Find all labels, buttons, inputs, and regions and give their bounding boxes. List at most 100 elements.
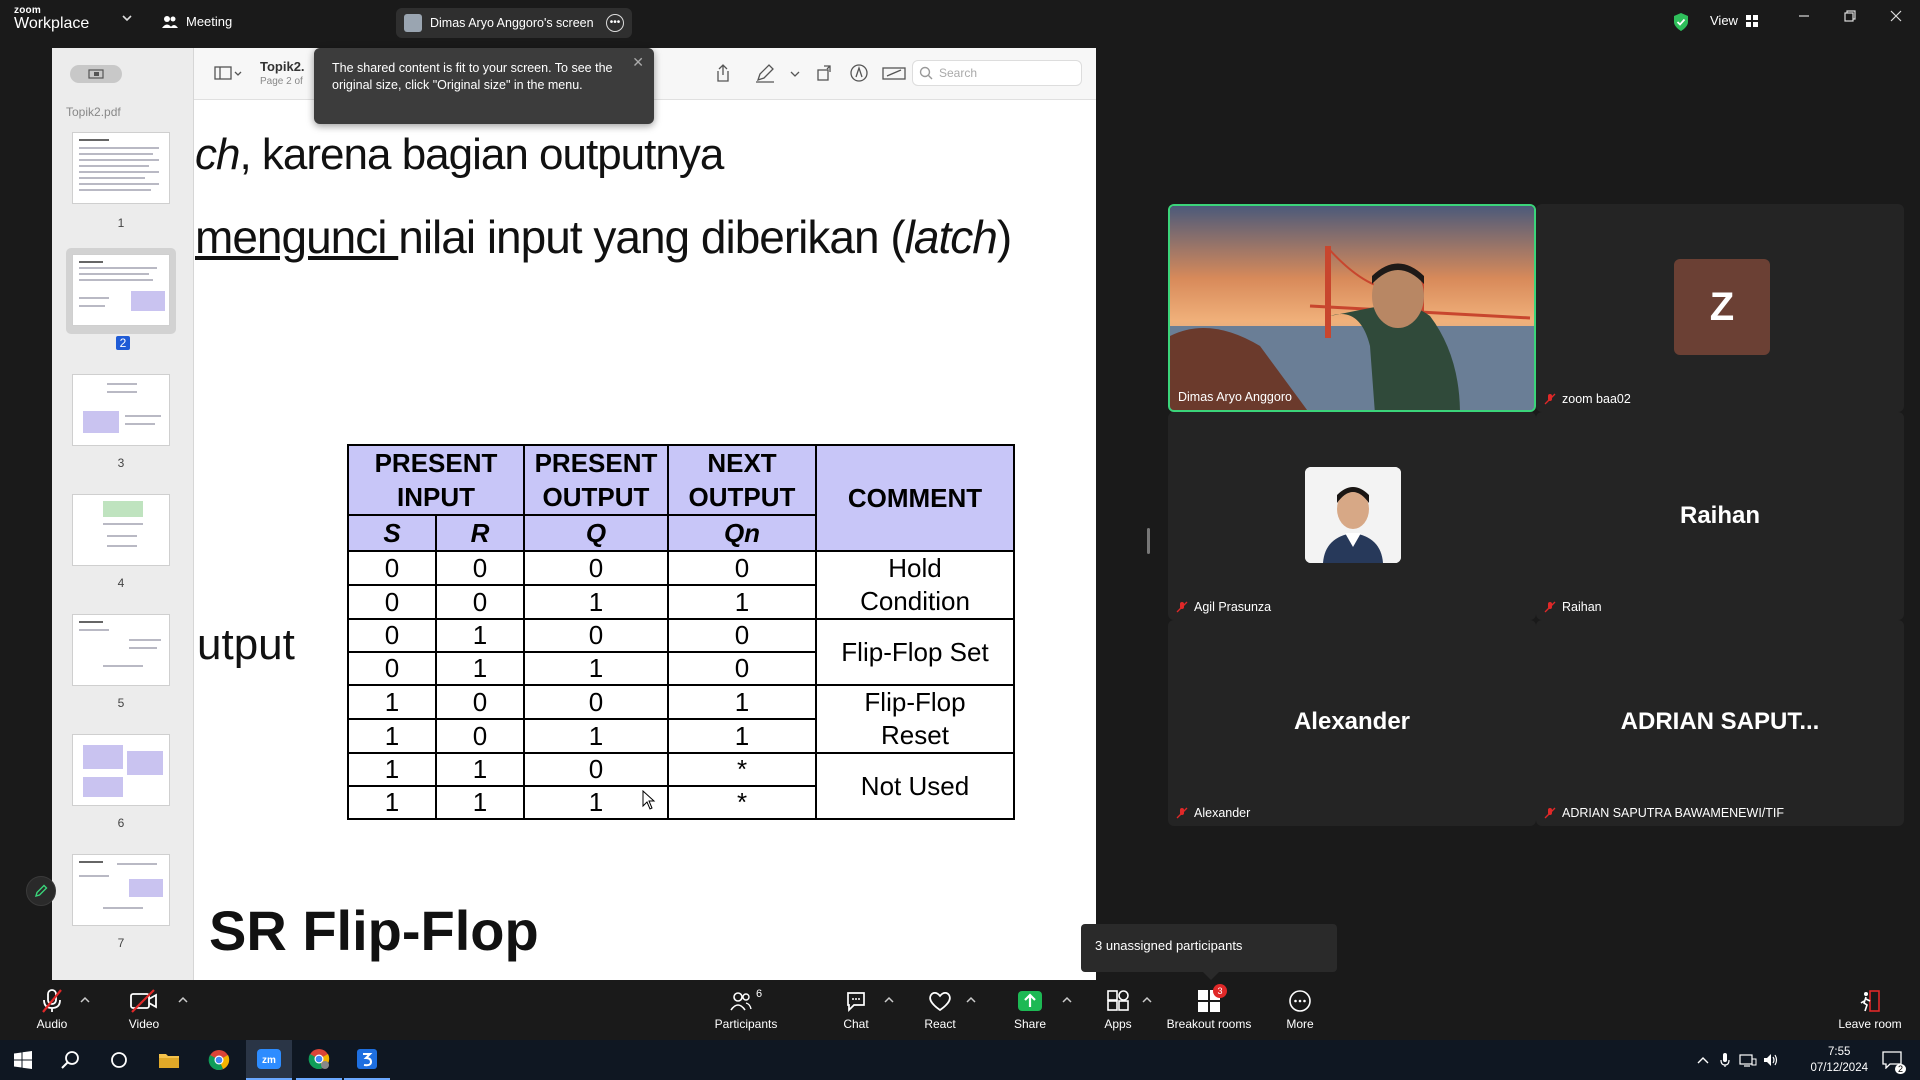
page-thumbnail[interactable] xyxy=(72,374,170,446)
react-options-caret[interactable] xyxy=(966,996,976,1004)
cell: 1 xyxy=(667,684,817,720)
annotate-button[interactable] xyxy=(26,876,56,906)
page-thumbnail[interactable] xyxy=(72,734,170,806)
rotate-button[interactable] xyxy=(814,62,836,84)
folder-icon xyxy=(159,1054,179,1068)
cell: 0 xyxy=(523,684,669,720)
participant-name: Agil Prasunza xyxy=(1194,600,1272,614)
video-tile-dimas[interactable]: Dimas Aryo Anggoro xyxy=(1168,204,1536,412)
apps-button[interactable]: Apps xyxy=(1078,988,1158,1031)
page-number: 7 xyxy=(117,936,125,950)
page-number-selected: 2 xyxy=(116,336,130,350)
leave-room-label: Leave room xyxy=(1838,1017,1902,1031)
audio-options-caret[interactable] xyxy=(80,996,90,1004)
video-options-caret[interactable] xyxy=(178,996,188,1004)
share-options-caret[interactable] xyxy=(1062,996,1072,1004)
app-3[interactable] xyxy=(344,1040,390,1080)
page-number: 3 xyxy=(117,456,125,470)
security-shield[interactable] xyxy=(1672,12,1690,32)
chrome-app[interactable] xyxy=(196,1040,242,1080)
share-screen-icon xyxy=(1018,991,1042,1011)
view-button[interactable]: View xyxy=(1710,13,1758,28)
page-thumbnail[interactable] xyxy=(72,494,170,566)
page-thumbnail[interactable] xyxy=(72,854,170,926)
cell: 1 xyxy=(523,718,669,754)
microphone-icon xyxy=(1720,1053,1730,1067)
video-tile-raihan[interactable]: Raihan Raihan xyxy=(1536,412,1904,620)
participant-big-name: Raihan xyxy=(1679,502,1760,529)
sidebar-toggle[interactable] xyxy=(70,65,122,83)
chat-button[interactable]: Chat xyxy=(816,988,896,1031)
react-button[interactable]: React xyxy=(900,988,980,1031)
page-indicator: Page 2 of xyxy=(260,76,303,87)
close-button[interactable] xyxy=(1890,10,1902,22)
cell: 1 xyxy=(435,785,525,820)
share-doc-button[interactable] xyxy=(712,62,734,84)
screen-share-indicator[interactable]: Dimas Aryo Anggoro's screen ••• xyxy=(396,8,632,38)
unassigned-participants-tooltip[interactable]: 3 unassigned participants xyxy=(1081,924,1337,980)
chevron-down-icon xyxy=(122,15,132,22)
zoom-app[interactable]: zm xyxy=(246,1040,292,1080)
more-icon xyxy=(1289,990,1311,1012)
chat-options-caret[interactable] xyxy=(884,996,894,1004)
video-tile-zoom[interactable]: Z zoom baa02 xyxy=(1536,204,1904,412)
more-options-icon[interactable]: ••• xyxy=(606,14,624,32)
markup-dropdown[interactable] xyxy=(784,62,806,84)
notifications-button[interactable]: 2 xyxy=(1872,1040,1912,1080)
network-tray[interactable] xyxy=(1736,1040,1760,1080)
video-tile-agil[interactable]: Agil Prasunza xyxy=(1168,412,1536,620)
annotate-fab[interactable] xyxy=(52,926,56,956)
fit-to-screen-tooltip: The shared content is fit to your screen… xyxy=(314,48,654,124)
volume-tray[interactable] xyxy=(1760,1040,1782,1080)
page-heading: SR Flip-Flop xyxy=(209,899,539,962)
restore-button[interactable] xyxy=(1844,10,1856,22)
cell: 1 xyxy=(435,752,525,787)
cell: 0 xyxy=(667,550,817,586)
file-explorer-app[interactable] xyxy=(146,1040,192,1080)
video-tile-alexander[interactable]: Alexander Alexander xyxy=(1168,620,1536,826)
app-menu-chevron[interactable] xyxy=(122,14,132,22)
file-name: Topik2.pdf xyxy=(66,105,121,119)
sidebar-view-button[interactable] xyxy=(214,62,242,84)
meeting-menu[interactable]: Meeting xyxy=(162,14,232,29)
participants-button[interactable]: 6 Participants xyxy=(706,988,786,1031)
chrome-profile-app[interactable] xyxy=(296,1040,342,1080)
system-clock[interactable]: 7:55 07/12/2024 xyxy=(1810,1044,1868,1076)
comment-cell: Not Used xyxy=(815,752,1015,820)
share-button[interactable]: Share xyxy=(990,988,1070,1031)
cell: 1 xyxy=(523,584,669,620)
search-input[interactable]: Search xyxy=(912,60,1082,86)
truth-table: PRESENT INPUT PRESENT OUTPUT NEXT OUTPUT… xyxy=(347,444,1015,820)
cell: 0 xyxy=(523,752,669,787)
volume-icon xyxy=(1764,1054,1778,1066)
audio-button[interactable]: Audio xyxy=(12,988,92,1031)
signature-button[interactable] xyxy=(882,62,906,84)
splitter-handle[interactable] xyxy=(1147,528,1150,554)
cell: 1 xyxy=(347,718,437,754)
pen-circle-icon xyxy=(850,64,868,82)
mic-off-icon xyxy=(1544,807,1556,819)
tray-overflow[interactable] xyxy=(1692,1040,1714,1080)
annotate-button[interactable] xyxy=(848,62,870,84)
leave-room-button[interactable]: Leave room xyxy=(1830,988,1910,1031)
breakout-rooms-button[interactable]: 3 Breakout rooms xyxy=(1158,984,1260,1031)
task-view-button[interactable] xyxy=(96,1040,142,1080)
cell: 0 xyxy=(347,550,437,586)
page-thumbnail[interactable] xyxy=(72,132,170,204)
mic-tray[interactable] xyxy=(1714,1040,1736,1080)
page-thumbnail-selected[interactable] xyxy=(72,254,170,326)
minimize-button[interactable] xyxy=(1798,10,1810,22)
more-button[interactable]: More xyxy=(1260,988,1340,1031)
close-icon[interactable]: ✕ xyxy=(632,54,644,71)
markup-button[interactable] xyxy=(754,62,776,84)
page-thumbnail[interactable] xyxy=(72,614,170,686)
meeting-label: Meeting xyxy=(186,14,233,29)
video-tile-adrian[interactable]: ADRIAN SAPUT... ADRIAN SAPUTRA BAWAMENEW… xyxy=(1536,620,1904,826)
apps-options-caret[interactable] xyxy=(1142,996,1152,1004)
pencil-icon xyxy=(756,64,774,83)
cell: 0 xyxy=(667,651,817,686)
chevron-up-icon xyxy=(1062,996,1072,1003)
start-button[interactable] xyxy=(0,1040,46,1080)
search-button[interactable] xyxy=(48,1040,94,1080)
video-button[interactable]: Video xyxy=(104,988,184,1031)
